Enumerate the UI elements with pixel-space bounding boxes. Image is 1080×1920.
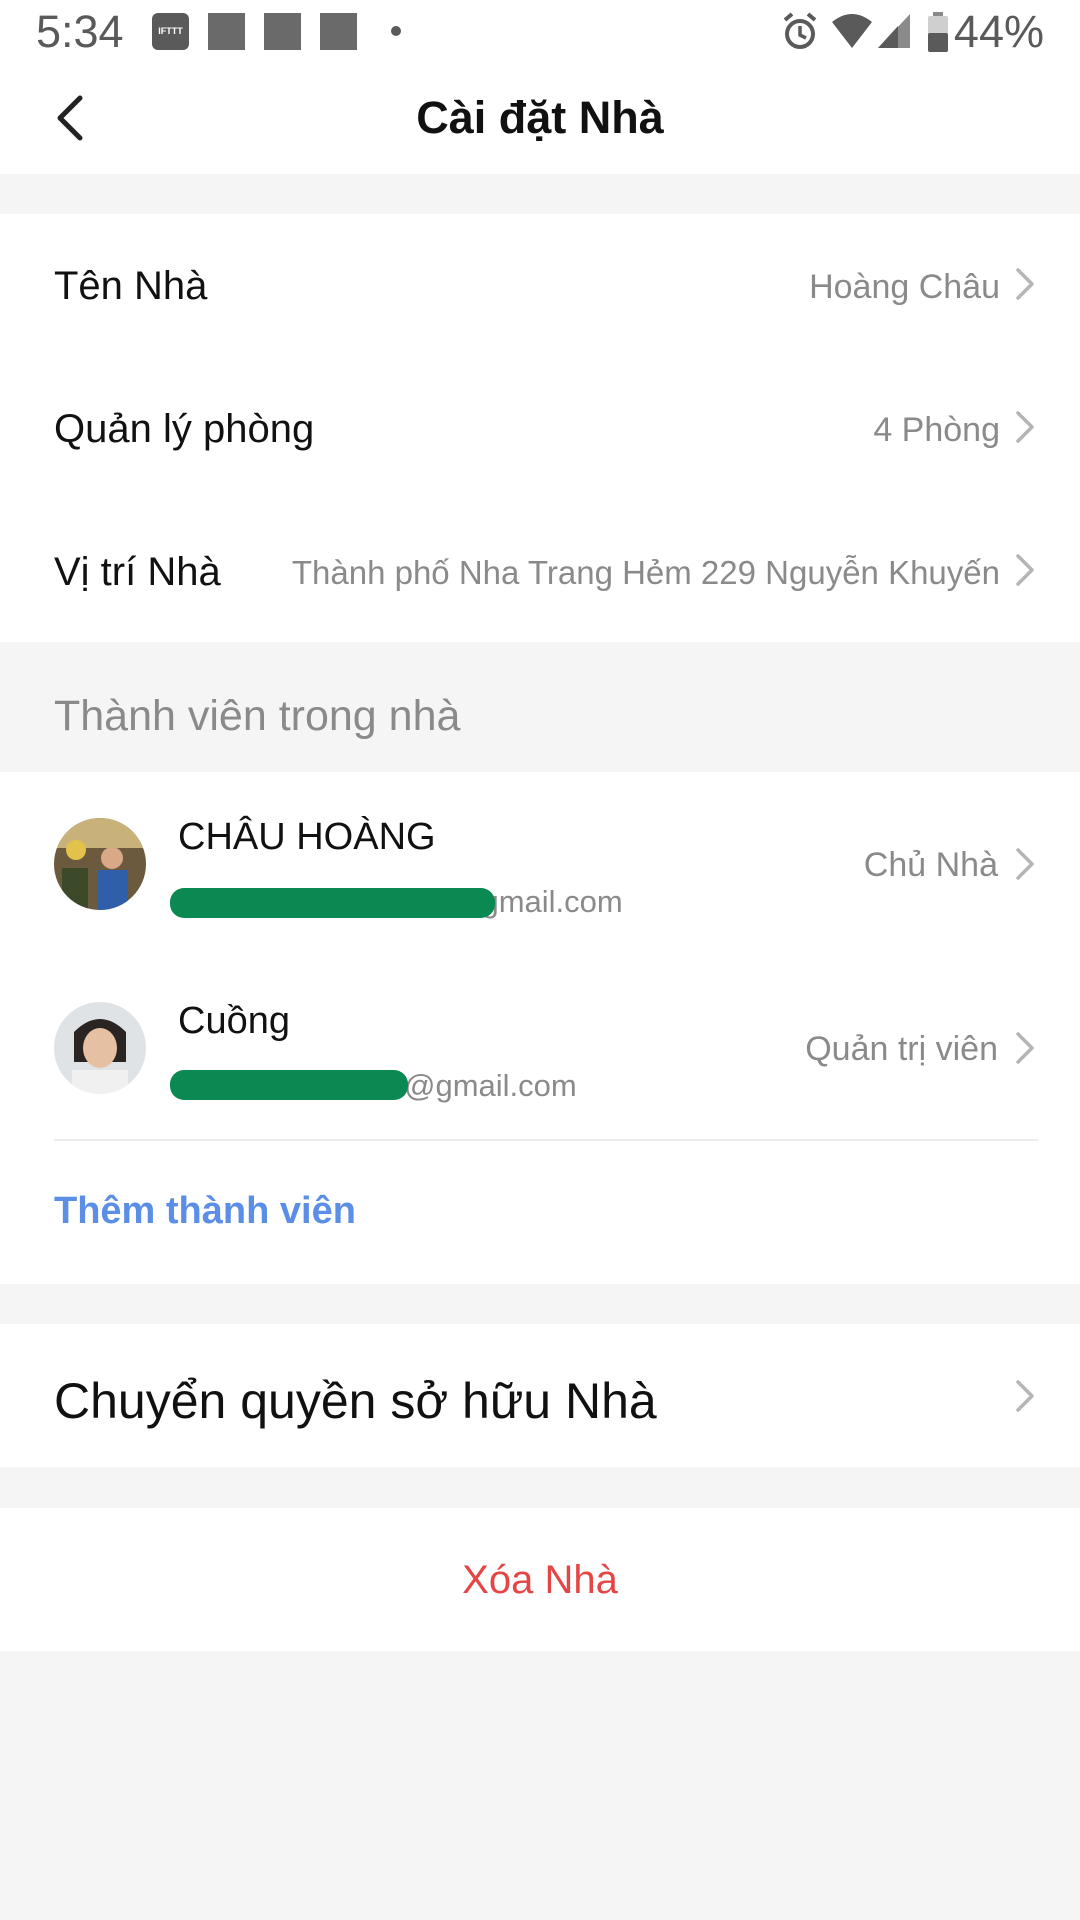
app-header: Cài đặt Nhà [0,64,1080,174]
home-location-label: Vị trí Nhà [54,550,221,594]
transfer-ownership-label: Chuyển quyền sở hữu Nhà [54,1373,657,1429]
status-time: 5:34 [36,6,124,57]
page-title: Cài đặt Nhà [416,92,664,143]
room-management-label: Quản lý phòng [54,407,315,451]
avatar [54,1002,146,1094]
room-management-row[interactable]: Quản lý phòng 4 Phòng [0,357,1080,500]
chevron-right-icon [1016,554,1034,586]
email-redaction [170,1070,408,1100]
member-role: Chủ Nhà [863,846,998,884]
members-section-title: Thành viên trong nhà [54,692,461,740]
room-count-value: 4 Phòng [873,411,1000,449]
chevron-right-icon [1016,1032,1034,1064]
email-redaction [170,888,495,918]
battery-percent: 44% [953,6,1044,57]
home-name-value: Hoàng Châu [809,268,1000,306]
avatar [54,818,146,910]
signal-icon [878,14,910,48]
member-email: @gmail.com [404,1068,577,1103]
wifi-icon [832,14,872,48]
member-row[interactable]: Cuồng @gmail.com Quản trị viên [0,956,1080,1140]
battery-icon [928,12,948,52]
home-location-row[interactable]: Vị trí Nhà Thành phố Nha Trang Hẻm 229 N… [0,500,1080,643]
ifttt-icon: IFTTT [152,13,189,50]
home-name-label: Tên Nhà [54,264,208,308]
notification-square-icon [320,13,357,50]
dot-icon [391,26,401,36]
home-location-value: Thành phố Nha Trang Hẻm 229 Nguyễn Khuyế… [291,554,1000,591]
status-bar: 5:34 IFTTT 44% [0,0,1080,64]
home-settings-card: Tên Nhà Hoàng Châu Quản lý phòng 4 Phòng… [0,214,1080,642]
member-row[interactable]: CHÂU HOÀNG @gmail.com Chủ Nhà [0,772,1080,956]
delete-home-label: Xóa Nhà [462,1558,618,1602]
notification-square-icon [208,13,245,50]
member-name: Cuồng [178,1000,290,1042]
add-member-button[interactable]: Thêm thành viên [54,1190,356,1233]
notification-square-icon [264,13,301,50]
chevron-right-icon [1016,848,1034,880]
chevron-right-icon [1016,268,1034,300]
alarm-icon [783,12,817,49]
divider [54,1139,1038,1141]
member-name: CHÂU HOÀNG [178,816,436,858]
member-role: Quản trị viên [805,1030,998,1068]
avatar-photo [54,1002,146,1094]
avatar-photo [54,818,146,910]
chevron-right-icon [1016,411,1034,443]
chevron-right-icon [1016,1380,1034,1412]
home-name-row[interactable]: Tên Nhà Hoàng Châu [0,214,1080,357]
